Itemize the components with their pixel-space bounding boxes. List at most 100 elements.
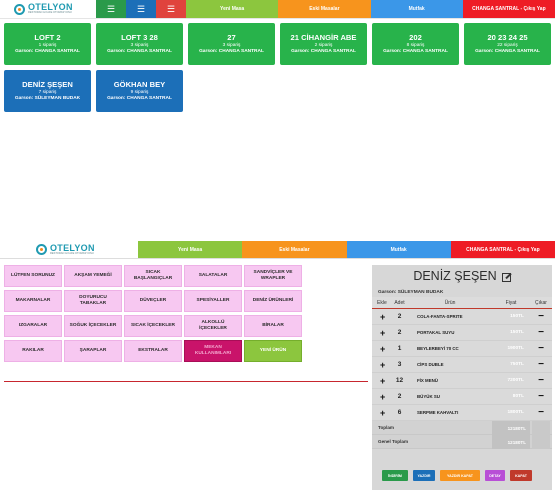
table-order-count: 22 sipariş (497, 43, 518, 49)
table-card[interactable]: 202 8 sipariş Garson: CHANGA SANTRAL (372, 23, 459, 65)
table-name: 202 (409, 32, 422, 42)
remove-item-button[interactable]: − (530, 327, 552, 338)
category-button[interactable]: MEKAN KULLANIMLARI (184, 340, 242, 362)
category-button[interactable]: SPESİYALLER (184, 290, 242, 312)
table-waiter: Garson: CHANGA SANTRAL (107, 96, 172, 102)
total-value: 12180TL (492, 421, 530, 435)
order-row: +3 CİPS DUBLE 750TL − (372, 357, 552, 373)
category-button[interactable]: SALATALAR (184, 265, 242, 287)
table-card[interactable]: GÖKHAN BEY 9 sipariş Garson: CHANGA SANTRA… (96, 70, 183, 112)
brand-logo[interactable]: OTELYON RESTORAN & KAFE OTOMASYONU (0, 0, 96, 18)
view-toggle-button[interactable]: ☰ (96, 0, 126, 18)
category-button[interactable]: SICAK BAŞLANGIÇLAR (124, 265, 182, 287)
brand-tagline: RESTORAN & KAFE OTOMASYONU (50, 251, 94, 255)
item-price: 7200TL (507, 378, 524, 383)
remove-item-button[interactable]: − (530, 407, 552, 418)
table-card[interactable]: LOFT 21 sipariş Garson: CHANGA SANTRAL (4, 23, 91, 65)
category-button[interactable]: MAKARNALAR (4, 290, 62, 312)
nav-eski-masalar-button[interactable]: Eski Masalar (242, 241, 347, 258)
item-name: PORTAKAL SUYU (417, 330, 455, 335)
table-order-count: 8 sipariş (406, 43, 425, 49)
table-name: DENİZ ŞEŞEN (22, 79, 73, 89)
nav-yeni-masa-button[interactable]: Yeni Masa (138, 241, 243, 258)
order-row: +2 BÜYÜK SU 80TL − (372, 389, 552, 405)
view-toggle-button[interactable]: ☰ (156, 0, 186, 18)
item-price: 150TL (510, 314, 524, 319)
edit-icon[interactable] (501, 272, 511, 282)
category-button[interactable]: BİRALAR (244, 315, 302, 337)
remove-item-button[interactable]: − (530, 391, 552, 402)
category-button[interactable]: DÜVEÇLER (124, 290, 182, 312)
category-button[interactable]: DOYURUCU TABAKLAR (64, 290, 122, 312)
nav-changa-santral-k-yap-button[interactable]: CHANGA SANTRAL - Çıkış Yap (450, 241, 555, 258)
add-item-button[interactable]: + (372, 312, 391, 322)
item-name: COLA-FANTA-SPRITE (417, 314, 463, 319)
category-button[interactable]: IZGARALAR (4, 315, 62, 337)
item-price: 80TL (512, 394, 524, 399)
kapat-button[interactable]: KAPAT (510, 470, 532, 481)
nav-yeni-masa-button[interactable]: Yeni Masa (186, 0, 279, 18)
category-button[interactable]: YENİ ÜRÜN (244, 340, 302, 362)
category-button[interactable]: ALKOLLÜ İÇECEKLER (184, 315, 242, 337)
top-nav: Yeni Masa Eski Masalar Mutfak CHANGA SANTRA… (186, 0, 555, 18)
category-button[interactable]: SOĞUK İÇECEKLER (64, 315, 122, 337)
table-order-count: 1 sipariş (38, 43, 57, 49)
add-item-button[interactable]: + (372, 392, 391, 402)
table-card[interactable]: 21 CİHANGİR ABE 2 sipariş Garson: CHANGA S… (280, 23, 367, 65)
table-card[interactable]: 20 23 24 25 22 sipariş Garson: CHANGA SANT… (464, 23, 551, 65)
category-button[interactable]: RAKILAR (4, 340, 62, 362)
category-button[interactable]: EKSTRALAR (124, 340, 182, 362)
order-row: +2 PORTAKAL SUYU 150TL − (372, 325, 552, 341)
add-item-button[interactable]: + (372, 376, 391, 386)
nav-eski-masalar-button[interactable]: Eski Masalar (278, 0, 371, 18)
table-waiter: Garson: SÜLEYMAN BUDAK (14, 96, 81, 102)
order-items: +2 COLA-FANTA-SPRITE 150TL − +2 PORTAKAL SUYU… (372, 309, 552, 421)
header-remove: Çıkar (535, 299, 547, 306)
add-item-button[interactable]: + (372, 408, 391, 418)
nav-mutfak-button[interactable]: Mutfak (370, 0, 463, 18)
table-name: 27 (227, 32, 236, 42)
add-item-button[interactable]: + (372, 360, 391, 370)
grand-total-value: 12180TL (492, 435, 530, 449)
order-screen-header: OTELYON RESTORAN & KAFE OTOMASYONU Yeni … (0, 241, 555, 259)
add-item-button[interactable]: + (372, 328, 391, 338)
divider (4, 381, 368, 382)
remove-item-button[interactable]: − (530, 375, 552, 386)
table-waiter: Garson: CHANGA SANTRAL (199, 49, 264, 55)
pos-app: OTELYON RESTORAN & KAFE OTOMASYONU ☰ ☰ ☰ Y… (0, 0, 555, 495)
add-item-button[interactable]: + (372, 344, 391, 354)
table-card[interactable]: DENİZ ŞEŞEN 7 sipariş Garson: SÜLEYMAN BUD… (4, 70, 91, 112)
order-panel: DENİZ ŞEŞEN Garson: SÜLEYMAN BUDAK Ekle … (372, 265, 552, 490)
category-button[interactable]: SICAK İÇECEKLER (124, 315, 182, 337)
table-card[interactable]: 27 3 sipariş Garson: CHANGA SANTRAL (188, 23, 275, 65)
category-button[interactable]: ŞARAPLAR (64, 340, 122, 362)
order-table-header: Ekle Adet Ürün Fiyat Çıkar (372, 297, 552, 309)
yazdir-kapat-button[interactable]: YAZDIR KAPAT (440, 470, 480, 481)
category-button[interactable]: SANDVİÇLER VE WRAPLER (244, 265, 302, 287)
i-ndi-ri-m-button[interactable]: İNDİRİM (382, 470, 408, 481)
table-card[interactable]: LOFT 3 28 3 sipariş Garson: CHANGA SANTRAL (96, 23, 183, 65)
item-name: BEYLERBEYİ 70 CC (417, 346, 459, 351)
order-row: +1 BEYLERBEYİ 70 CC 1900TL − (372, 341, 552, 357)
table-waiter: Garson: CHANGA SANTRAL (291, 49, 356, 55)
detay-button[interactable]: DETAY (485, 470, 505, 481)
category-button[interactable]: DENİZ ÜRÜNLERİ (244, 290, 302, 312)
total-label: Toplam (378, 425, 394, 430)
item-qty: 3 (397, 361, 402, 368)
view-toggle-button[interactable]: ☰ (126, 0, 156, 18)
order-waiter: Garson: SÜLEYMAN BUDAK (378, 289, 444, 295)
remove-item-button[interactable]: − (530, 359, 552, 370)
logo-icon (36, 244, 47, 255)
category-button[interactable]: LÜTFEN SORUNUZ (4, 265, 62, 287)
nav-mutfak-button[interactable]: Mutfak (346, 241, 451, 258)
remove-item-button[interactable]: − (530, 311, 552, 322)
item-qty: 12 (395, 377, 404, 384)
header-qty: Adet (394, 299, 405, 306)
brand-logo-2[interactable]: OTELYON RESTORAN & KAFE OTOMASYONU (0, 241, 138, 258)
remove-item-button[interactable]: − (530, 343, 552, 354)
item-price: 1800TL (507, 410, 524, 415)
yazdir-button[interactable]: YAZDIR (413, 470, 435, 481)
nav-changa-santral-k-yap-button[interactable]: CHANGA SANTRAL - Çıkış Yap (462, 0, 555, 18)
total-row: Toplam 12180TL (372, 421, 552, 435)
category-button[interactable]: AKŞAM YEMEĞİ (64, 265, 122, 287)
